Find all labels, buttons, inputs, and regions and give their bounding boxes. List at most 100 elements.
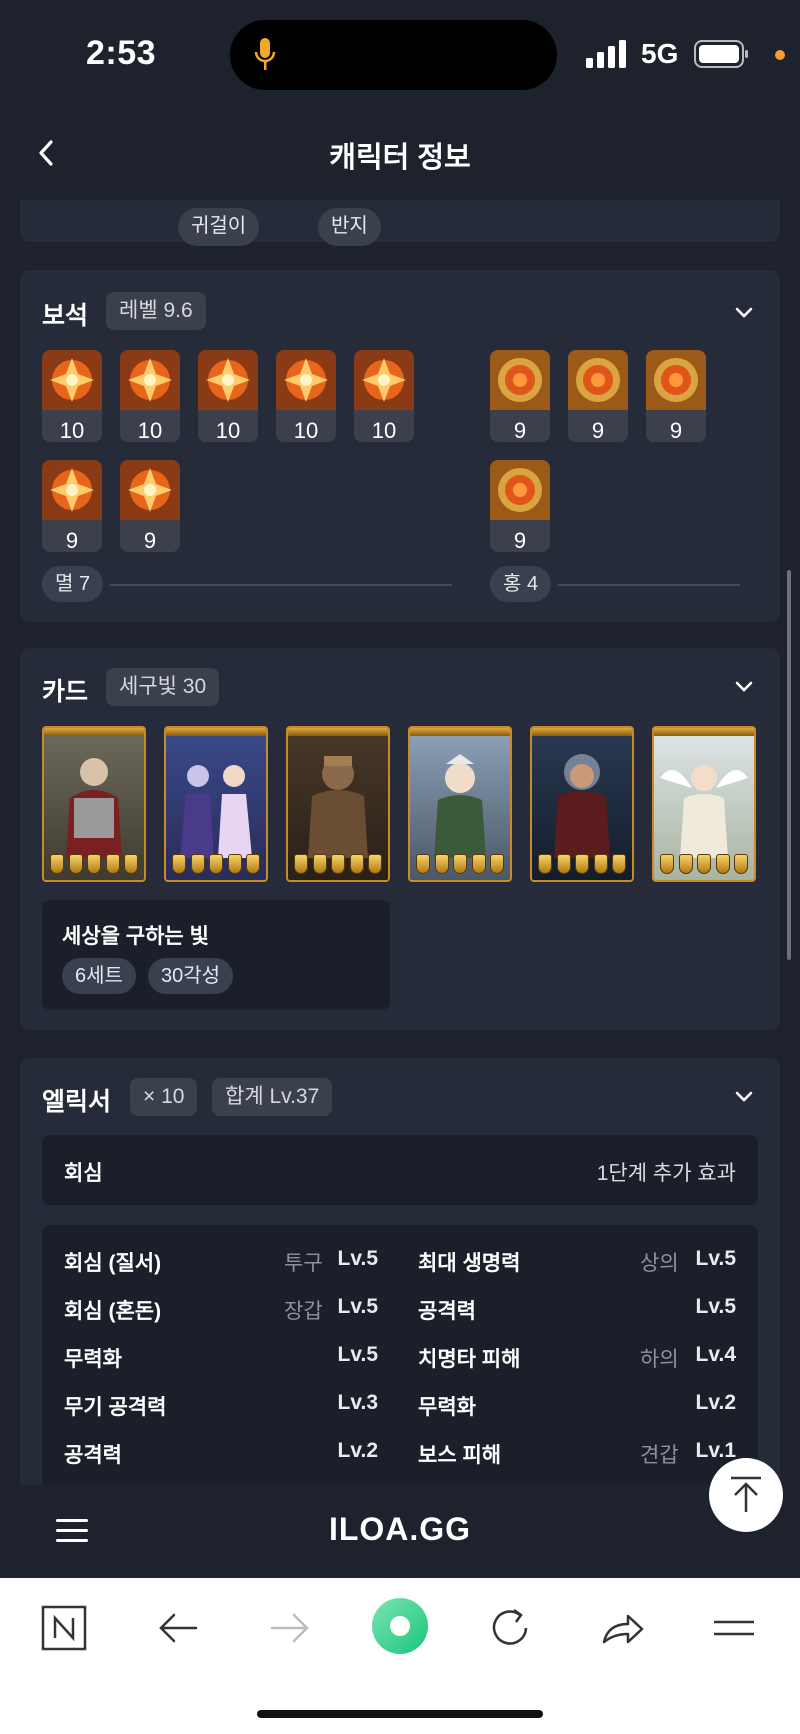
elixir-total-chip: 합계 Lv.37 xyxy=(212,1078,333,1116)
gem-annihilation[interactable]: 10 xyxy=(42,350,102,442)
card-awaken-gems xyxy=(660,854,748,874)
gem-level-chip: 레벨 9.6 xyxy=(106,292,206,330)
tab-ring[interactable]: 반지 xyxy=(318,208,381,246)
elixir-option-name: 최대 생명력 xyxy=(418,1252,521,1275)
elixir-option-name: 공격력 xyxy=(418,1300,476,1323)
card-section-title: 카드 xyxy=(42,678,89,706)
gem-level: 10 xyxy=(371,418,397,442)
scroll-top-button[interactable] xyxy=(709,1458,783,1532)
network-label: 5G xyxy=(641,38,679,69)
elixir-option-slot: 투구 xyxy=(284,1252,323,1275)
status-time: 2:53 xyxy=(86,34,157,72)
naver-n-icon[interactable] xyxy=(40,1604,88,1652)
gem-annihilation[interactable]: 10 xyxy=(354,350,414,442)
site-logo[interactable]: ILOA.GG xyxy=(0,1511,800,1548)
gem-annihilation[interactable]: 10 xyxy=(198,350,258,442)
card-awaken-gems xyxy=(50,854,138,874)
elixir-option-slot: 장갑 xyxy=(284,1300,323,1323)
gem-summary-annihilation: 멸 7 xyxy=(42,566,104,602)
gem-level: 10 xyxy=(137,418,163,442)
elixir-option-name: 무기 공격력 xyxy=(64,1396,167,1419)
card-4[interactable] xyxy=(408,726,512,882)
gem-crimson-icon xyxy=(568,350,628,410)
gem-crimson[interactable]: 9 xyxy=(646,350,706,442)
gem-annihilation-icon xyxy=(42,460,102,520)
microphone-icon xyxy=(254,38,276,70)
refresh-icon[interactable] xyxy=(486,1604,534,1652)
card-portrait xyxy=(308,756,368,858)
card-frame xyxy=(410,728,510,736)
chevron-down-icon[interactable] xyxy=(734,680,754,694)
gem-crimson[interactable]: 9 xyxy=(490,460,550,552)
scrollbar[interactable] xyxy=(787,570,791,960)
card-3[interactable] xyxy=(286,726,390,882)
elixir-effect-name: 회심 xyxy=(64,1162,103,1185)
card-awaken-gems xyxy=(416,854,504,874)
elixir-option-name: 회심 (질서) xyxy=(64,1252,162,1275)
card-1[interactable] xyxy=(42,726,146,882)
card-frame xyxy=(44,728,144,736)
elixir-option-level: Lv.5 xyxy=(695,1295,736,1318)
card-set-count: 6세트 xyxy=(62,958,136,994)
arrow-up-icon xyxy=(731,1476,761,1512)
gem-annihilation[interactable]: 10 xyxy=(120,350,180,442)
card-awaken-gems xyxy=(172,854,260,874)
menu-lines-icon[interactable] xyxy=(710,1604,758,1652)
card-2[interactable] xyxy=(164,726,268,882)
gem-annihilation-icon xyxy=(42,350,102,410)
gem-annihilation[interactable]: 10 xyxy=(276,350,336,442)
gem-level: 9 xyxy=(513,528,527,552)
gem-crimson[interactable]: 9 xyxy=(568,350,628,442)
gem-summary-crimson: 홍 4 xyxy=(490,566,552,602)
card-set-awaken: 30각성 xyxy=(148,958,234,994)
gem-level: 9 xyxy=(669,418,683,442)
elixir-option-name: 공격력 xyxy=(64,1444,122,1467)
elixir-option-level: Lv.5 xyxy=(337,1295,378,1318)
gem-annihilation-icon xyxy=(120,350,180,410)
elixir-option-level: Lv.4 xyxy=(695,1343,736,1366)
gem-annihilation[interactable]: 9 xyxy=(42,460,102,552)
gem-crimson-icon xyxy=(490,460,550,520)
gem-annihilation[interactable]: 9 xyxy=(120,460,180,552)
card-5[interactable] xyxy=(530,726,634,882)
card-set-box: 세상을 구하는 빛 6세트 30각성 xyxy=(42,900,390,1010)
card-awakening-chip: 세구빛 30 xyxy=(106,668,220,706)
card-awaken-gems xyxy=(538,854,626,874)
tab-earring[interactable]: 귀걸이 xyxy=(178,208,260,246)
gem-crimson-icon xyxy=(646,350,706,410)
card-portrait xyxy=(66,758,122,858)
share-icon[interactable] xyxy=(598,1604,646,1652)
elixir-option-slot: 상의 xyxy=(640,1252,679,1275)
home-green-icon[interactable] xyxy=(370,1596,430,1656)
elixir-option-list: 회심 (질서) 투구 Lv.5 회심 (혼돈) 장갑 Lv.5 무력화 Lv.5… xyxy=(42,1225,758,1485)
content-area: 귀걸이 반지 보석 레벨 9.6 10 10 10 10 10 9 9 9 9 … xyxy=(0,200,800,1485)
back-arrow-icon[interactable] xyxy=(154,1604,202,1652)
divider xyxy=(110,584,452,586)
card-frame xyxy=(532,728,632,736)
forward-arrow-icon[interactable] xyxy=(266,1604,314,1652)
gem-level: 9 xyxy=(591,418,605,442)
gem-level: 10 xyxy=(293,418,319,442)
gem-level: 9 xyxy=(143,528,157,552)
gem-level: 10 xyxy=(215,418,241,442)
page-title: 캐릭터 정보 xyxy=(329,142,471,174)
page-header: 캐릭터 정보 xyxy=(0,100,800,200)
elixir-effect-box: 회심 1단계 추가 효과 xyxy=(42,1135,758,1205)
home-indicator xyxy=(257,1710,543,1718)
elixir-option-slot: 견갑 xyxy=(640,1444,679,1467)
elixir-option-name: 보스 피해 xyxy=(418,1444,502,1467)
chevron-down-icon[interactable] xyxy=(734,306,754,320)
card-portrait xyxy=(660,765,748,858)
status-bar: 2:53 5G xyxy=(0,0,800,100)
gem-level: 9 xyxy=(513,418,527,442)
gem-annihilation-icon xyxy=(120,460,180,520)
elixir-count-chip: × 10 xyxy=(130,1078,198,1116)
elixir-option-level: Lv.5 xyxy=(695,1247,736,1270)
card-6[interactable] xyxy=(652,726,756,882)
gem-crimson-icon xyxy=(490,350,550,410)
gem-crimson[interactable]: 9 xyxy=(490,350,550,442)
privacy-indicator xyxy=(775,50,785,60)
accessory-panel: 귀걸이 반지 xyxy=(20,200,780,246)
card-portrait xyxy=(434,754,486,858)
chevron-down-icon[interactable] xyxy=(734,1090,754,1104)
